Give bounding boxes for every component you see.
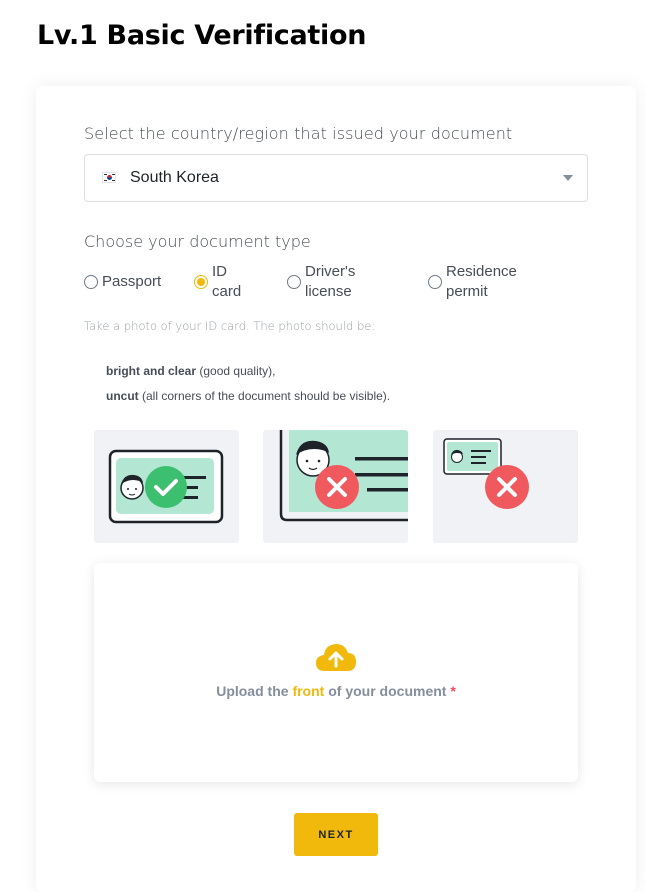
radio-label: Residence permit <box>446 263 517 300</box>
radio-label: Passport <box>102 273 162 290</box>
upload-instruction: Upload the front of your document * <box>216 683 456 699</box>
cloud-upload-icon <box>316 644 356 671</box>
country-select[interactable]: South Korea <box>84 154 588 202</box>
radio-indicator[interactable] <box>84 275 98 289</box>
requirement-bright-clear: bright and clear (good quality), <box>106 364 276 378</box>
next-button[interactable]: NEXT <box>294 813 378 856</box>
photo-instructions: Take a photo of your ID card. The photo … <box>84 319 376 333</box>
example-small-photo <box>433 430 578 543</box>
chevron-down-icon[interactable] <box>563 175 573 181</box>
country-label: Select the country/region that issued yo… <box>84 124 513 143</box>
requirement-uncut: uncut (all corners of the document shoul… <box>106 389 391 403</box>
upload-front-dropzone[interactable]: Upload the front of your document * <box>94 563 578 782</box>
document-type-label: Choose your document type <box>84 232 311 251</box>
radio-indicator[interactable] <box>428 275 442 289</box>
radio-indicator[interactable] <box>287 275 301 289</box>
radio-id-card[interactable]: ID card <box>194 262 241 302</box>
radio-label: Driver's license <box>305 263 356 300</box>
too-small-id-photo-icon <box>443 438 529 509</box>
south-korea-flag-icon <box>102 172 116 183</box>
page-title: Lv.1 Basic Verification <box>37 20 367 51</box>
example-cropped-photo <box>263 430 408 543</box>
example-correct-photo <box>94 430 239 543</box>
radio-passport[interactable]: Passport <box>84 272 161 292</box>
country-select-value: South Korea <box>130 169 219 186</box>
radio-label: ID card <box>212 263 242 300</box>
valid-id-photo-icon <box>108 449 224 524</box>
radio-indicator-checked[interactable] <box>194 275 208 289</box>
radio-drivers-license[interactable]: Driver's license <box>287 262 355 302</box>
radio-residence-permit[interactable]: Residence permit <box>428 262 517 302</box>
cropped-id-photo-icon <box>279 430 408 522</box>
